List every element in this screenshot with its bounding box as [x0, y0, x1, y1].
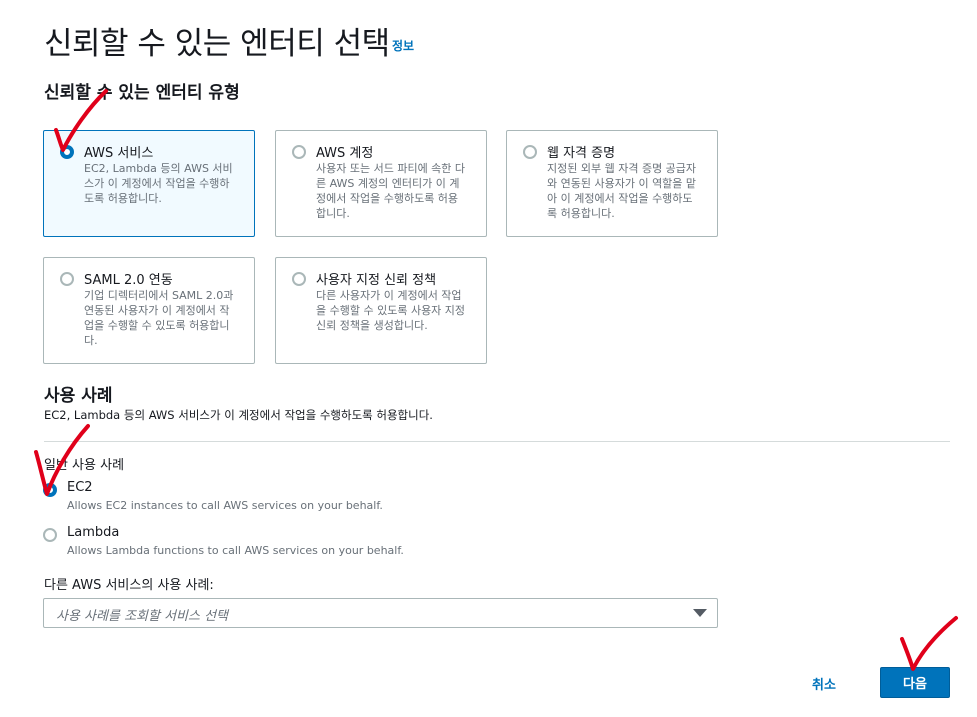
- next-button[interactable]: 다음: [880, 667, 950, 698]
- tile-description: 사용자 또는 서드 파티에 속한 다른 AWS 계정의 엔터티가 이 계정에서 …: [316, 162, 466, 220]
- tile-description: EC2, Lambda 등의 AWS 서비스가 이 계정에서 작업을 수행하도록…: [84, 162, 233, 205]
- tile-description: 지정된 외부 웹 자격 증명 공급자와 연동된 사용자가 이 역할을 맡아 이 …: [547, 162, 697, 220]
- service-select[interactable]: 사용 사례를 조회할 서비스 선택: [43, 598, 718, 628]
- radio-custom-trust-policy[interactable]: [292, 272, 306, 286]
- radio-lambda[interactable]: [43, 528, 57, 542]
- tile-label: 사용자 지정 신뢰 정책: [316, 273, 437, 288]
- tile-aws-service[interactable]: AWS 서비스 EC2, Lambda 등의 AWS 서비스가 이 계정에서 작…: [43, 130, 255, 237]
- info-link[interactable]: 정보: [392, 37, 414, 54]
- radio-saml-federation[interactable]: [60, 272, 74, 286]
- tile-label: AWS 서비스: [84, 146, 154, 161]
- use-case-heading: 사용 사례: [44, 386, 113, 406]
- radio-web-identity[interactable]: [523, 145, 537, 159]
- tile-label: SAML 2.0 연동: [84, 273, 173, 288]
- common-use-cases-label: 일반 사용 사례: [44, 458, 125, 473]
- tile-web-identity[interactable]: 웹 자격 증명 지정된 외부 웹 자격 증명 공급자와 연동된 사용자가 이 역…: [506, 130, 718, 237]
- tile-saml-federation[interactable]: SAML 2.0 연동 기업 디렉터리에서 SAML 2.0과 연동된 사용자가…: [43, 257, 255, 364]
- page-title: 신뢰할 수 있는 엔터티 선택: [44, 26, 390, 62]
- radio-aws-service[interactable]: [60, 145, 74, 159]
- tile-aws-account[interactable]: AWS 계정 사용자 또는 서드 파티에 속한 다른 AWS 계정의 엔터티가 …: [275, 130, 487, 237]
- tile-description: 기업 디렉터리에서 SAML 2.0과 연동된 사용자가 이 계정에서 작업을 …: [84, 289, 234, 347]
- divider: [44, 441, 950, 442]
- tile-description: 다른 사용자가 이 계정에서 작업을 수행할 수 있도록 사용자 지정 신뢰 정…: [316, 289, 466, 332]
- option-label: Lambda: [67, 525, 120, 540]
- caret-down-icon: [693, 609, 707, 617]
- other-use-cases-label: 다른 AWS 서비스의 사용 사례:: [44, 578, 214, 593]
- radio-ec2[interactable]: [43, 483, 57, 497]
- tile-label: 웹 자격 증명: [547, 146, 616, 161]
- tile-custom-trust-policy[interactable]: 사용자 지정 신뢰 정책 다른 사용자가 이 계정에서 작업을 수행할 수 있도…: [275, 257, 487, 364]
- option-description: Allows Lambda functions to call AWS serv…: [67, 544, 404, 557]
- use-case-description: EC2, Lambda 등의 AWS 서비스가 이 계정에서 작업을 수행하도록…: [44, 408, 433, 422]
- trusted-entity-heading: 신뢰할 수 있는 엔터티 유형: [44, 83, 240, 103]
- option-description: Allows EC2 instances to call AWS service…: [67, 499, 383, 512]
- option-label: EC2: [67, 480, 93, 495]
- cancel-button[interactable]: 취소: [812, 674, 836, 693]
- tile-label: AWS 계정: [316, 146, 374, 161]
- service-select-placeholder: 사용 사례를 조회할 서비스 선택: [56, 609, 229, 624]
- checkmark-annotation-icon: [900, 616, 958, 671]
- radio-aws-account[interactable]: [292, 145, 306, 159]
